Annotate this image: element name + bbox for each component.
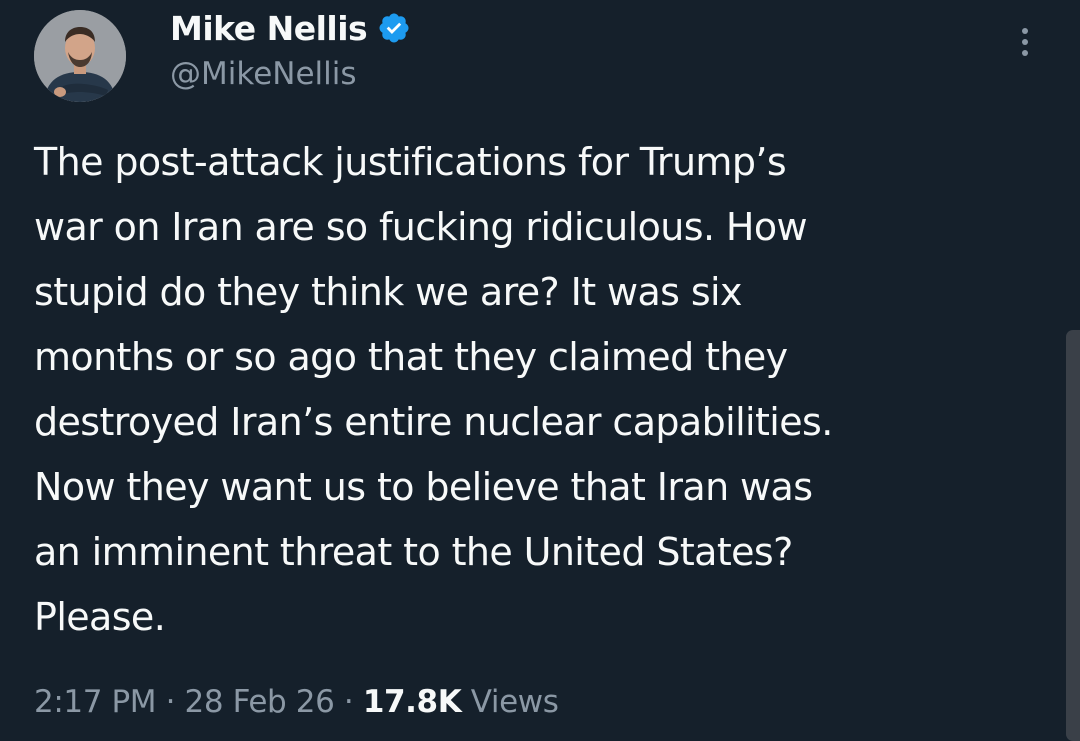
avatar-photo	[34, 10, 126, 102]
views-count[interactable]: 17.8K	[363, 684, 462, 720]
author-display-name[interactable]: Mike Nellis	[170, 9, 368, 48]
meta-separator: ·	[165, 684, 176, 720]
verified-badge-icon[interactable]	[377, 11, 411, 45]
tweet-view: Mike Nellis @MikeNellis The post-attack …	[0, 0, 1080, 741]
more-options-icon[interactable]	[1010, 28, 1040, 68]
scrollbar[interactable]	[1066, 330, 1080, 741]
meta-separator: ·	[343, 684, 354, 720]
views-label: Views	[470, 684, 559, 720]
author-handle[interactable]: @MikeNellis	[170, 56, 357, 92]
tweet-time[interactable]: 2:17 PM	[34, 684, 157, 720]
tweet-date[interactable]: 28 Feb 26	[185, 684, 335, 720]
tweet-text: The post-attack justifications for Trump…	[34, 140, 833, 639]
author-name-row: Mike Nellis	[170, 6, 411, 50]
avatar[interactable]	[34, 10, 126, 102]
tweet-meta: 2:17 PM · 28 Feb 26 · 17.8K Views	[34, 684, 559, 720]
